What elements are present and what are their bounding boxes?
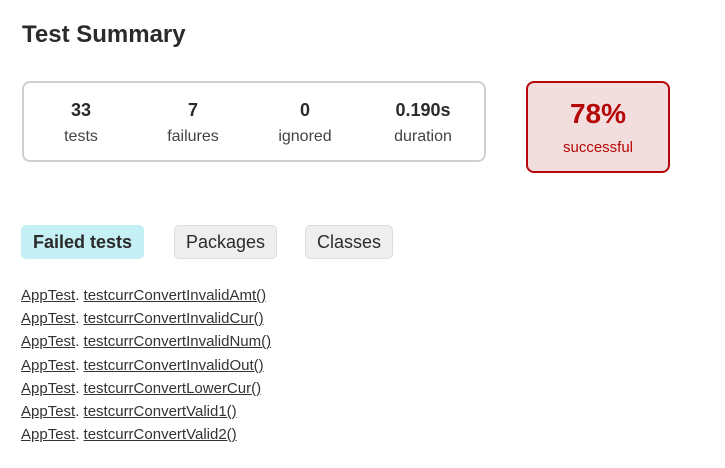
stat-tests: 33 tests	[36, 99, 126, 147]
tab-failed-tests[interactable]: Failed tests	[21, 225, 145, 259]
failed-tests-list: AppTest. testcurrConvertInvalidAmt() App…	[21, 284, 271, 446]
list-item: AppTest. testcurrConvertInvalidOut()	[21, 354, 271, 377]
separator: .	[75, 310, 80, 328]
test-class-link[interactable]: AppTest	[21, 287, 75, 304]
list-item: AppTest. testcurrConvertLowerCur()	[21, 377, 271, 400]
page-title: Test Summary	[22, 21, 186, 48]
list-item: AppTest. testcurrConvertInvalidAmt()	[21, 284, 271, 307]
separator: .	[75, 287, 80, 304]
test-method-link[interactable]: testcurrConvertValid2()	[84, 426, 237, 443]
test-class-link[interactable]: AppTest	[21, 333, 75, 350]
success-rate-value: 78%	[569, 98, 627, 129]
tests-count: 33	[70, 100, 92, 120]
test-method-link[interactable]: testcurrConvertInvalidNum()	[84, 333, 272, 350]
stat-ignored: 0 ignored	[260, 99, 350, 147]
tab-classes[interactable]: Classes	[305, 225, 394, 259]
test-class-link[interactable]: AppTest	[21, 357, 75, 374]
success-rate-box: 78% successful	[526, 81, 670, 173]
test-method-link[interactable]: testcurrConvertInvalidCur()	[84, 310, 264, 327]
tab-packages[interactable]: Packages	[174, 225, 278, 259]
summary-box: 33 tests 7 failures 0 ignored 0.190s dur…	[22, 81, 486, 162]
failures-count: 7	[187, 100, 198, 120]
list-item: AppTest. testcurrConvertValid1()	[21, 400, 271, 423]
separator: .	[75, 356, 80, 374]
stat-duration: 0.190s duration	[378, 99, 468, 147]
separator: .	[75, 426, 80, 444]
stat-failures: 7 failures	[148, 99, 238, 147]
test-class-link[interactable]: AppTest	[21, 403, 75, 420]
separator: .	[75, 403, 80, 421]
duration-label: duration	[394, 128, 452, 145]
test-method-link[interactable]: testcurrConvertInvalidOut()	[84, 357, 264, 374]
test-method-link[interactable]: testcurrConvertInvalidAmt()	[84, 287, 267, 304]
test-class-link[interactable]: AppTest	[21, 426, 75, 443]
duration-value: 0.190s	[395, 100, 451, 120]
test-method-link[interactable]: testcurrConvertLowerCur()	[84, 380, 262, 397]
separator: .	[75, 333, 80, 351]
ignored-label: ignored	[278, 128, 332, 145]
list-item: AppTest. testcurrConvertValid2()	[21, 423, 271, 446]
tests-label: tests	[64, 128, 98, 145]
test-class-link[interactable]: AppTest	[21, 380, 75, 397]
test-method-link[interactable]: testcurrConvertValid1()	[84, 403, 237, 420]
success-rate-label: successful	[562, 139, 634, 156]
test-class-link[interactable]: AppTest	[21, 310, 75, 327]
list-item: AppTest. testcurrConvertInvalidCur()	[21, 307, 271, 330]
list-item: AppTest. testcurrConvertInvalidNum()	[21, 330, 271, 353]
ignored-count: 0	[299, 100, 310, 120]
failures-label: failures	[167, 128, 219, 145]
separator: .	[75, 379, 80, 397]
